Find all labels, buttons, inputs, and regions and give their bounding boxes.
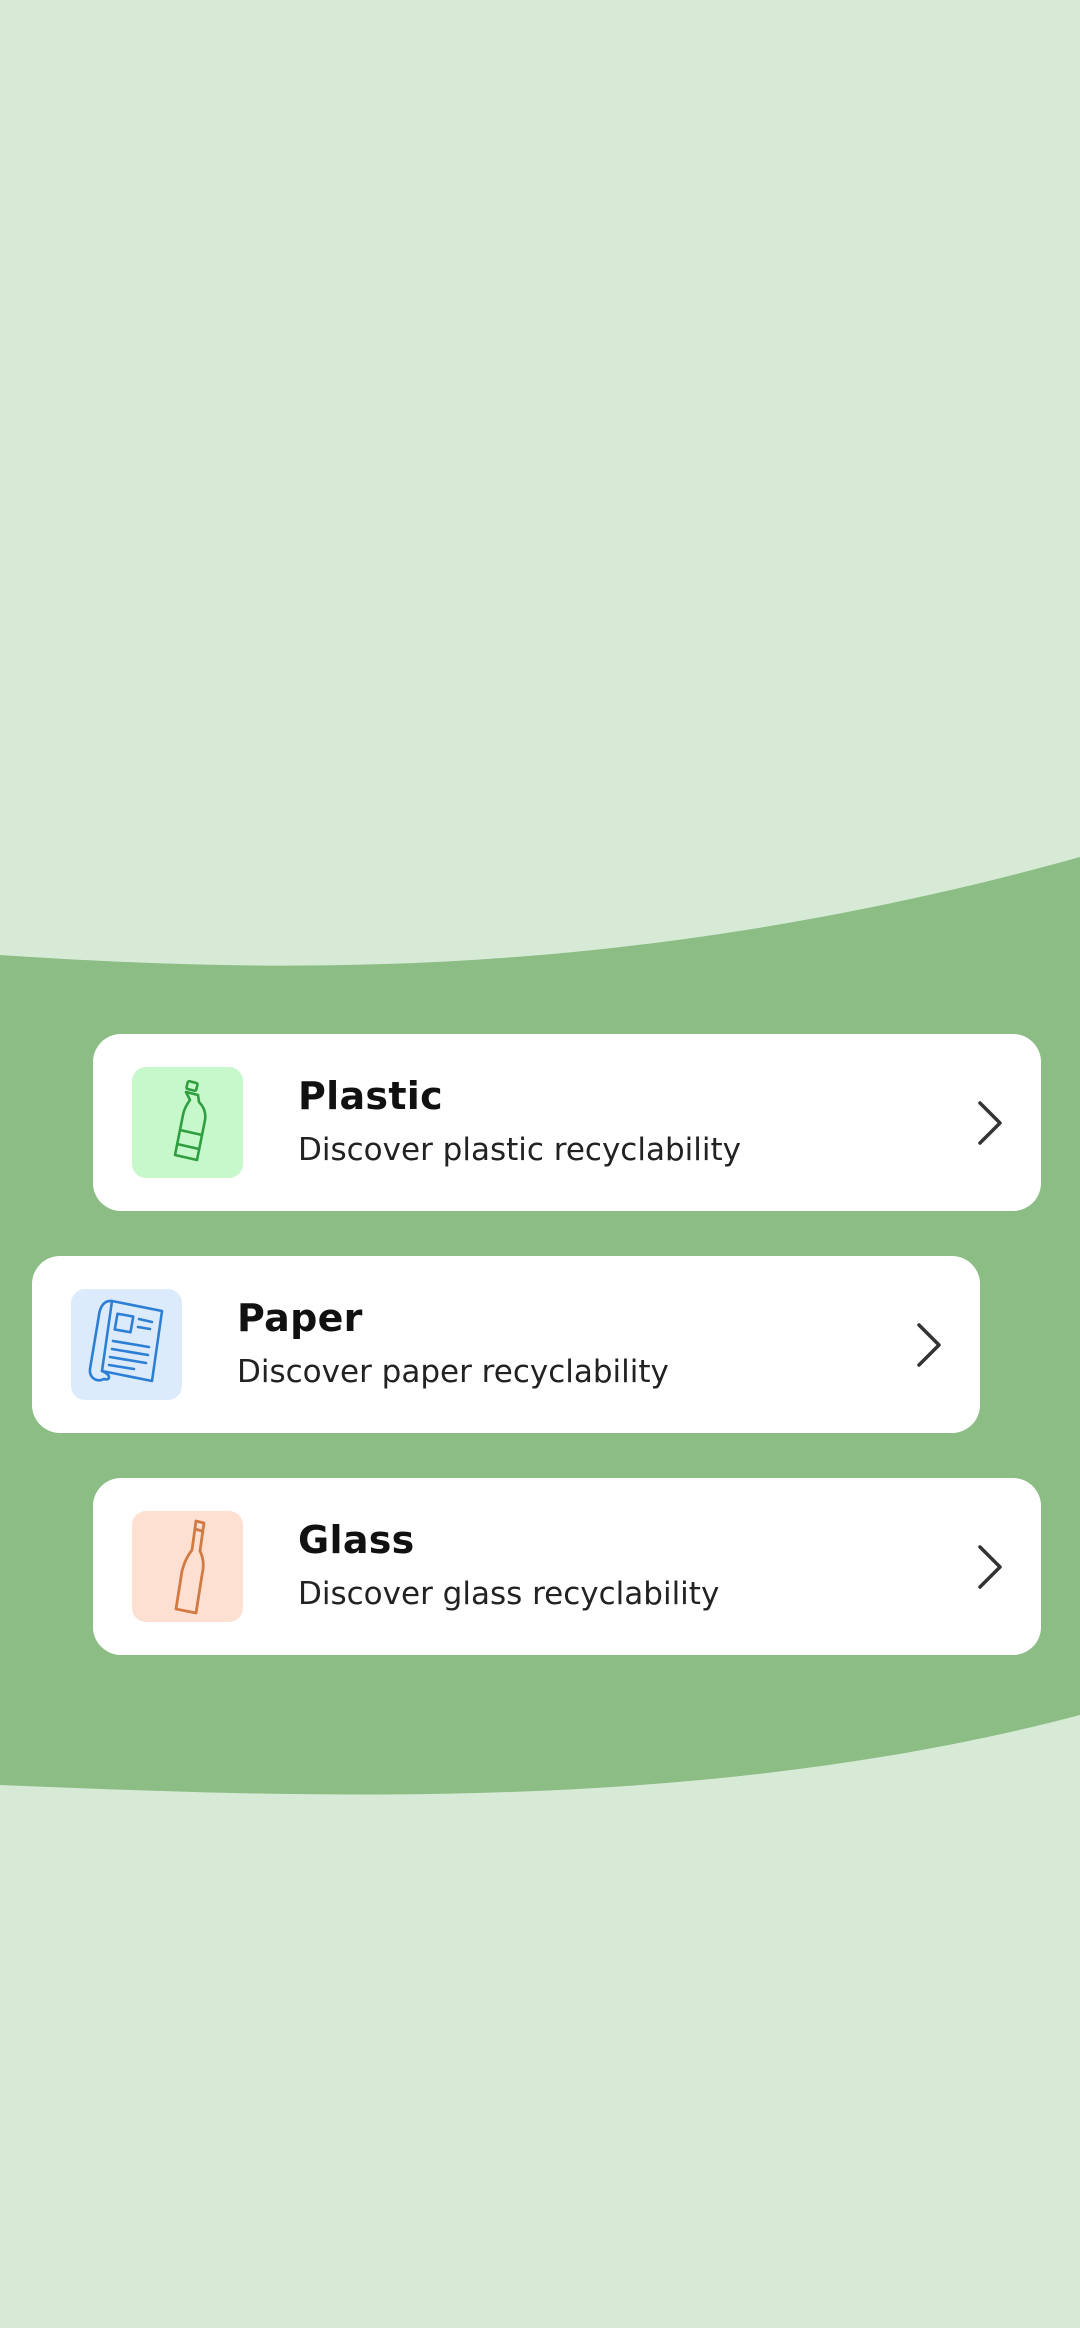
plastic-bottle-icon <box>173 1079 207 1161</box>
glass-bottle-icon <box>174 1519 205 1614</box>
plastic-icon-tile <box>132 1067 243 1178</box>
chevron-right-icon <box>978 1101 1002 1145</box>
category-title: Glass <box>298 1518 415 1562</box>
paper-icon-tile <box>71 1289 182 1400</box>
chevron-right-icon <box>917 1323 941 1367</box>
category-card-plastic[interactable]: Plastic Discover plastic recyclability <box>93 1034 1041 1211</box>
category-subtitle: Discover plastic recyclability <box>298 1132 741 1168</box>
newspaper-icon <box>88 1299 163 1382</box>
category-subtitle: Discover glass recyclability <box>298 1576 720 1612</box>
category-title: Plastic <box>298 1074 443 1118</box>
chevron-right-icon <box>978 1545 1002 1589</box>
glass-icon-tile <box>132 1511 243 1622</box>
category-card-paper[interactable]: Paper Discover paper recyclability <box>32 1256 980 1433</box>
category-card-glass[interactable]: Glass Discover glass recyclability <box>93 1478 1041 1655</box>
category-subtitle: Discover paper recyclability <box>237 1354 669 1390</box>
category-title: Paper <box>237 1296 363 1340</box>
